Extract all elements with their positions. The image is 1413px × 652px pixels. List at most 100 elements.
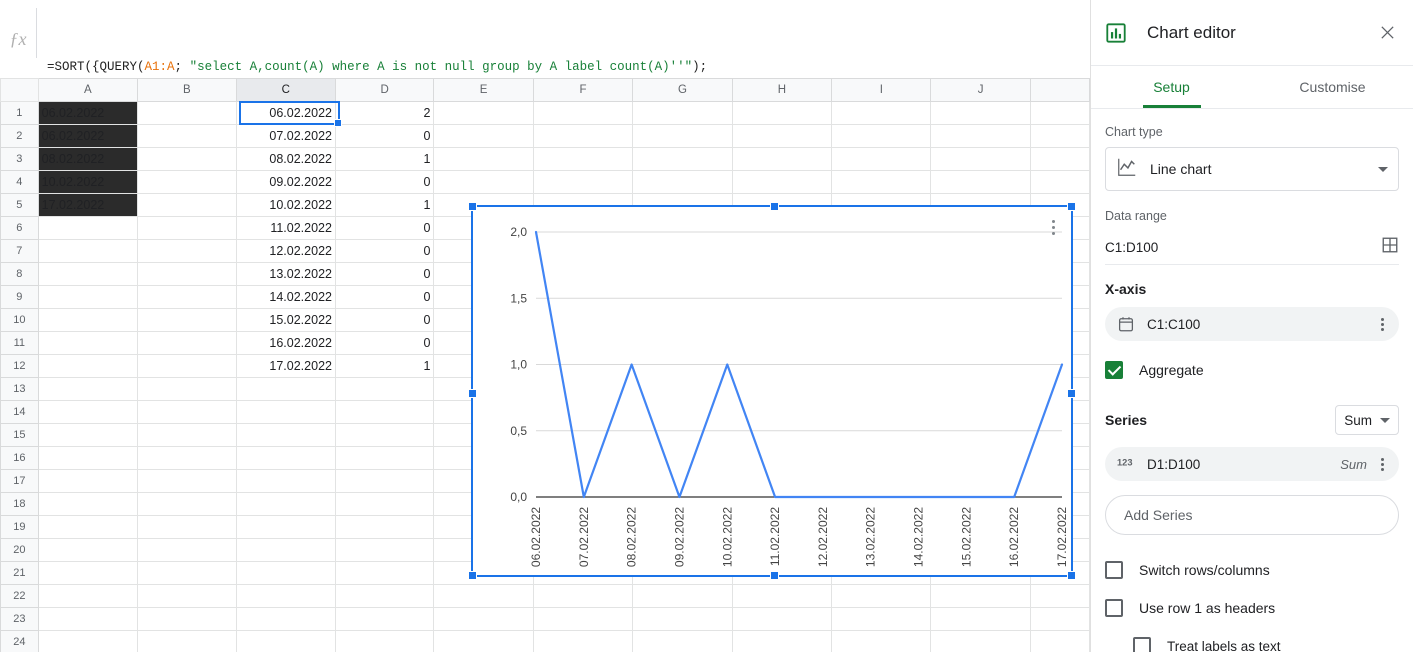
cell-A24[interactable] (37, 630, 139, 652)
cell-C7[interactable]: 12.02.2022 (235, 239, 336, 263)
cell-partial-2[interactable] (1029, 124, 1090, 148)
cell-A17[interactable] (37, 469, 139, 493)
cell-J24[interactable] (930, 630, 1031, 652)
cell-I24[interactable] (831, 630, 932, 652)
cell-H1[interactable] (731, 101, 833, 125)
series-aggregation-select[interactable]: Sum (1335, 405, 1399, 435)
cell-B9[interactable] (137, 285, 237, 309)
column-header-d[interactable]: D (334, 78, 435, 102)
cell-J23[interactable] (930, 607, 1031, 631)
cell-C19[interactable] (235, 515, 336, 539)
x-axis-chip[interactable]: C1:C100 (1105, 307, 1399, 341)
add-series-button[interactable]: Add Series (1105, 495, 1399, 535)
cell-C13[interactable] (235, 377, 336, 401)
treat-labels-as-text-checkbox[interactable] (1133, 637, 1151, 652)
cell-A14[interactable] (37, 400, 139, 424)
cell-F23[interactable] (532, 607, 634, 631)
cell-G4[interactable] (632, 170, 733, 194)
row-header-19[interactable]: 19 (0, 515, 39, 539)
cell-A5[interactable]: 17.02.2022 (37, 193, 139, 217)
cell-partial-23[interactable] (1029, 607, 1090, 631)
cell-partial-1[interactable] (1029, 101, 1090, 125)
cell-D13[interactable] (334, 377, 435, 401)
row-header-17[interactable]: 17 (0, 469, 39, 493)
row-header-14[interactable]: 14 (0, 400, 39, 424)
cell-B18[interactable] (137, 492, 237, 516)
row-header-3[interactable]: 3 (0, 147, 39, 171)
column-header-partial[interactable] (1029, 78, 1090, 102)
resize-handle-top-center[interactable] (770, 202, 779, 211)
data-range-row[interactable]: C1:D100 (1105, 231, 1399, 265)
chart-object[interactable]: 0,0 0,5 1,0 1,5 2,0 06.02.2022 07.02.2022 08.02… (468, 202, 1076, 580)
cell-C22[interactable] (235, 584, 336, 608)
cell-C5[interactable]: 10.02.2022 (235, 193, 336, 217)
row-header-24[interactable]: 24 (0, 630, 39, 652)
cell-B3[interactable] (137, 147, 237, 171)
cell-H22[interactable] (731, 584, 833, 608)
cell-D10[interactable]: 0 (334, 308, 435, 332)
row-header-6[interactable]: 6 (0, 216, 39, 240)
cell-G1[interactable] (632, 101, 733, 125)
grid-row[interactable]: 23 (0, 607, 1090, 631)
row-header-13[interactable]: 13 (0, 377, 39, 401)
spreadsheet-grid[interactable]: A B C D E F G H I J 1 06.02.2022 06.02.2022 2 2 06.02.2… (0, 78, 1090, 652)
cell-B1[interactable] (137, 101, 237, 125)
grid-row[interactable]: 4 10.02.2022 09.02.2022 0 (0, 170, 1090, 194)
cell-C21[interactable] (235, 561, 336, 585)
cell-G24[interactable] (632, 630, 733, 652)
cell-C10[interactable]: 15.02.2022 (235, 308, 336, 332)
cell-F3[interactable] (532, 147, 634, 171)
cell-F4[interactable] (532, 170, 634, 194)
cell-D22[interactable] (334, 584, 435, 608)
cell-D7[interactable]: 0 (334, 239, 435, 263)
cell-C15[interactable] (235, 423, 336, 447)
cell-D17[interactable] (334, 469, 435, 493)
use-row-1-as-headers-row[interactable]: Use row 1 as headers (1105, 593, 1399, 623)
cell-E4[interactable] (433, 170, 534, 194)
cell-C24[interactable] (235, 630, 336, 652)
resize-handle-bottom-center[interactable] (770, 571, 779, 580)
cell-B23[interactable] (137, 607, 237, 631)
cell-A1[interactable]: 06.02.2022 (37, 101, 139, 125)
cell-B17[interactable] (137, 469, 237, 493)
cell-D14[interactable] (334, 400, 435, 424)
cell-B2[interactable] (137, 124, 237, 148)
cell-C11[interactable]: 16.02.2022 (235, 331, 336, 355)
cell-D8[interactable]: 0 (334, 262, 435, 286)
cell-C17[interactable] (235, 469, 336, 493)
cell-B15[interactable] (137, 423, 237, 447)
cell-A13[interactable] (37, 377, 139, 401)
aggregate-checkbox-row[interactable]: Aggregate (1105, 355, 1399, 385)
cell-I2[interactable] (831, 124, 932, 148)
cell-partial-22[interactable] (1029, 584, 1090, 608)
tab-setup[interactable]: Setup (1091, 66, 1252, 108)
cell-C12[interactable]: 17.02.2022 (235, 354, 336, 378)
cell-D3[interactable]: 1 (334, 147, 435, 171)
cell-A6[interactable] (37, 216, 139, 240)
row-header-21[interactable]: 21 (0, 561, 39, 585)
column-header-h[interactable]: H (731, 78, 833, 102)
cell-D18[interactable] (334, 492, 435, 516)
row-header-18[interactable]: 18 (0, 492, 39, 516)
cell-A4[interactable]: 10.02.2022 (37, 170, 139, 194)
cell-C9[interactable]: 14.02.2022 (235, 285, 336, 309)
cell-partial-3[interactable] (1029, 147, 1090, 171)
row-header-11[interactable]: 11 (0, 331, 39, 355)
grid-row[interactable]: 3 08.02.2022 08.02.2022 1 (0, 147, 1090, 171)
cell-B8[interactable] (137, 262, 237, 286)
cell-D15[interactable] (334, 423, 435, 447)
cell-A11[interactable] (37, 331, 139, 355)
cell-A19[interactable] (37, 515, 139, 539)
cell-A16[interactable] (37, 446, 139, 470)
cell-B22[interactable] (137, 584, 237, 608)
resize-handle-middle-right[interactable] (1067, 389, 1076, 398)
cell-A15[interactable] (37, 423, 139, 447)
cell-H24[interactable] (731, 630, 833, 652)
grid-row[interactable]: 1 06.02.2022 06.02.2022 2 (0, 101, 1090, 125)
cell-F2[interactable] (532, 124, 634, 148)
cell-B12[interactable] (137, 354, 237, 378)
row-header-2[interactable]: 2 (0, 124, 39, 148)
cell-B11[interactable] (137, 331, 237, 355)
cell-C1[interactable]: 06.02.2022 (235, 101, 336, 125)
cell-A8[interactable] (37, 262, 139, 286)
